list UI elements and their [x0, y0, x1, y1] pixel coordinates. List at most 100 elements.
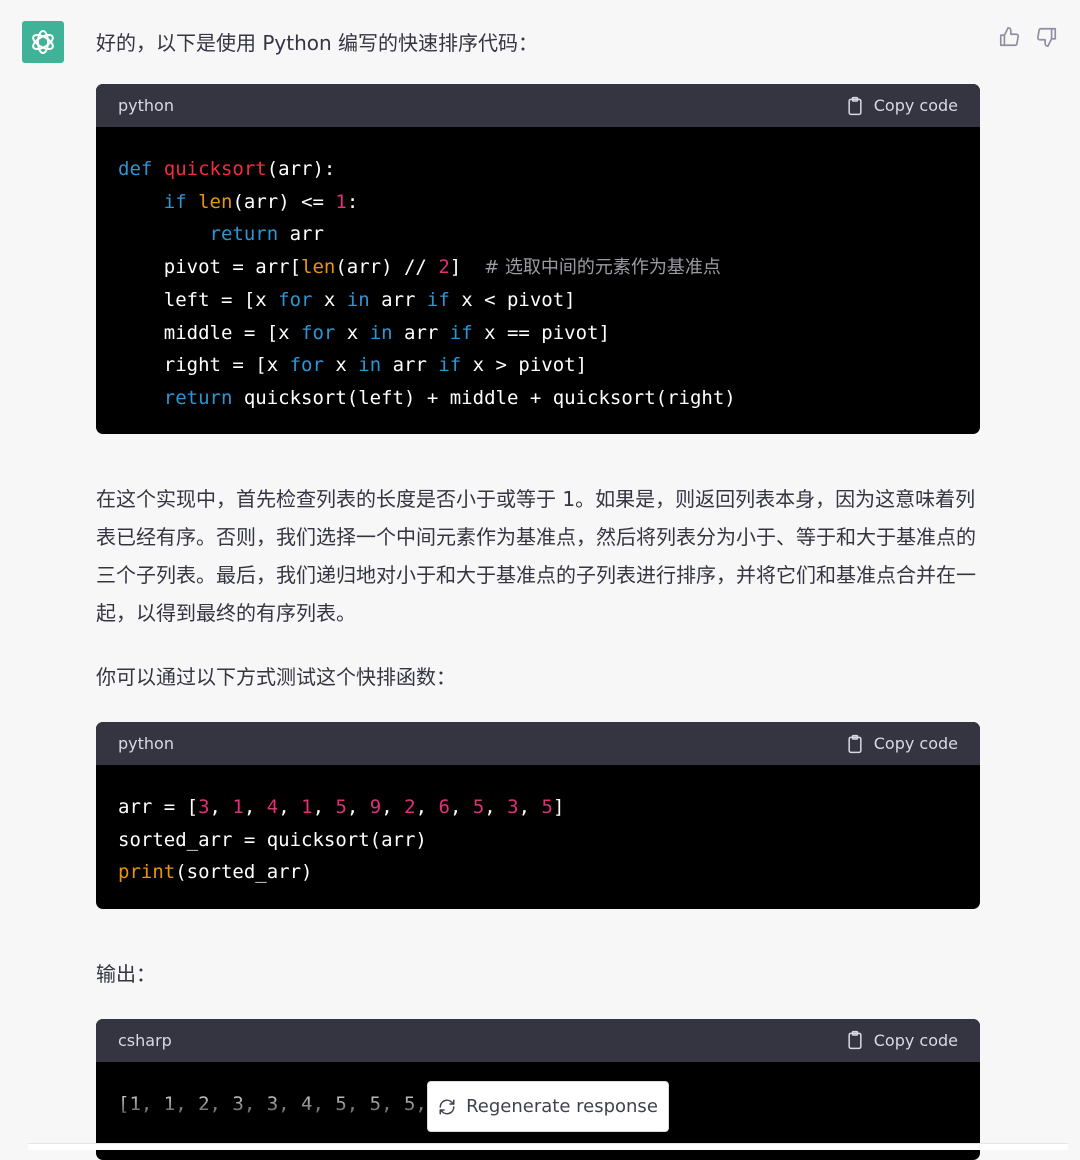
code-token: x == pivot]	[473, 322, 610, 344]
input-area-edge	[28, 1143, 1068, 1150]
code-body[interactable]: def quicksort(arr): if len(arr) <= 1: re…	[96, 127, 980, 434]
code-language-label: csharp	[118, 1031, 172, 1050]
code-line: arr = [3, 1, 4, 1, 5, 9, 2, 6, 5, 3, 5]	[118, 791, 958, 824]
code-token: right = [x	[118, 354, 290, 376]
code-token: if	[427, 289, 450, 311]
code-token: ,	[244, 796, 267, 818]
code-token: quicksort	[164, 158, 267, 180]
code-token: in	[358, 354, 381, 376]
code-token: ]	[553, 796, 564, 818]
code-token: [1, 1, 2, 3, 3, 4, 5, 5, 5,	[118, 1093, 427, 1115]
code-token: x	[312, 289, 346, 311]
code-token: middle = [x	[118, 322, 301, 344]
code-line: right = [x for x in arr if x > pivot]	[118, 349, 958, 382]
code-token: len	[198, 191, 232, 213]
code-token	[118, 387, 164, 409]
assistant-message: 好的，以下是使用 Python 编写的快速排序代码： python Copy c…	[96, 24, 980, 1160]
code-line: if len(arr) <= 1:	[118, 186, 958, 219]
code-token: in	[347, 289, 370, 311]
code-token: if	[450, 322, 473, 344]
code-token: 2	[404, 796, 415, 818]
code-header: python Copy code	[96, 722, 980, 765]
explanation-text: 在这个实现中，首先检查列表的长度是否小于或等于 1。如果是，则返回列表本身，因为…	[96, 480, 980, 632]
code-token: x > pivot]	[461, 354, 587, 376]
code-token: sorted_arr = quicksort(arr)	[118, 829, 427, 851]
refresh-icon	[438, 1098, 456, 1116]
code-header: csharp Copy code	[96, 1019, 980, 1062]
code-token: arr	[370, 289, 427, 311]
code-line: return quicksort(left) + middle + quicks…	[118, 382, 958, 415]
code-line: def quicksort(arr):	[118, 153, 958, 186]
code-block-quicksort: python Copy code def quicksort(arr): if …	[96, 84, 980, 434]
code-token: ]	[450, 256, 484, 278]
code-token: 1	[335, 191, 346, 213]
code-token: :	[347, 191, 358, 213]
code-token: 1	[232, 796, 243, 818]
code-token: 3	[507, 796, 518, 818]
code-token: ,	[347, 796, 370, 818]
code-token: 2	[438, 256, 449, 278]
code-token: in	[370, 322, 393, 344]
code-line: left = [x for x in arr if x < pivot]	[118, 284, 958, 317]
copy-code-label: Copy code	[874, 96, 958, 115]
code-line: return arr	[118, 218, 958, 251]
code-token: 5	[542, 796, 553, 818]
code-header: python Copy code	[96, 84, 980, 127]
code-token: pivot = arr[	[118, 256, 301, 278]
code-token: # 选取中间的元素作为基准点	[484, 257, 721, 278]
regenerate-response-label: Regenerate response	[466, 1096, 658, 1117]
feedback-buttons	[998, 26, 1058, 48]
code-token: return	[210, 223, 279, 245]
code-token: 6	[438, 796, 449, 818]
code-token: 1	[301, 796, 312, 818]
code-token: ,	[313, 796, 336, 818]
code-token: arr = [	[118, 796, 198, 818]
code-token: arr	[278, 223, 324, 245]
code-token	[187, 191, 198, 213]
code-token: ,	[416, 796, 439, 818]
code-language-label: python	[118, 734, 174, 753]
code-token	[118, 191, 164, 213]
code-token: ,	[210, 796, 233, 818]
code-token: for	[278, 289, 312, 311]
code-token: (arr):	[267, 158, 336, 180]
code-token: (arr) //	[335, 256, 438, 278]
code-body[interactable]: arr = [3, 1, 4, 1, 5, 9, 2, 6, 5, 3, 5] s…	[96, 765, 980, 909]
clipboard-icon	[845, 734, 865, 754]
clipboard-icon	[845, 1030, 865, 1050]
code-token: ,	[519, 796, 542, 818]
code-line: print(sorted_arr)	[118, 856, 958, 889]
regenerate-response-button[interactable]: Regenerate response	[427, 1081, 669, 1132]
copy-code-button[interactable]: Copy code	[845, 734, 958, 754]
code-token: if	[164, 191, 187, 213]
code-token: ,	[381, 796, 404, 818]
code-token: ,	[484, 796, 507, 818]
test-intro-text: 你可以通过以下方式测试这个快排函数：	[96, 658, 980, 696]
code-token: print	[118, 861, 175, 883]
code-language-label: python	[118, 96, 174, 115]
code-token: len	[301, 256, 335, 278]
code-block-test: python Copy code arr = [3, 1, 4, 1, 5, 9…	[96, 722, 980, 909]
code-line: sorted_arr = quicksort(arr)	[118, 824, 958, 857]
thumbs-down-icon[interactable]	[1036, 26, 1058, 48]
code-token	[118, 223, 210, 245]
code-token: x	[324, 354, 358, 376]
code-token: arr	[393, 322, 450, 344]
copy-code-button[interactable]: Copy code	[845, 96, 958, 116]
code-token: quicksort(left) + middle + quicksort(rig…	[232, 387, 735, 409]
code-token: 5	[335, 796, 346, 818]
copy-code-button[interactable]: Copy code	[845, 1030, 958, 1050]
code-token	[152, 158, 163, 180]
thumbs-up-icon[interactable]	[998, 26, 1020, 48]
code-token: 4	[267, 796, 278, 818]
code-line: pivot = arr[len(arr) // 2] # 选取中间的元素作为基准…	[118, 251, 958, 285]
intro-text: 好的，以下是使用 Python 编写的快速排序代码：	[96, 24, 980, 62]
code-token: 3	[198, 796, 209, 818]
output-label: 输出：	[96, 955, 980, 993]
code-token: for	[301, 322, 335, 344]
code-token: ,	[450, 796, 473, 818]
code-token: 5	[473, 796, 484, 818]
code-token: 9	[370, 796, 381, 818]
copy-code-label: Copy code	[874, 1031, 958, 1050]
code-token: x < pivot]	[450, 289, 576, 311]
